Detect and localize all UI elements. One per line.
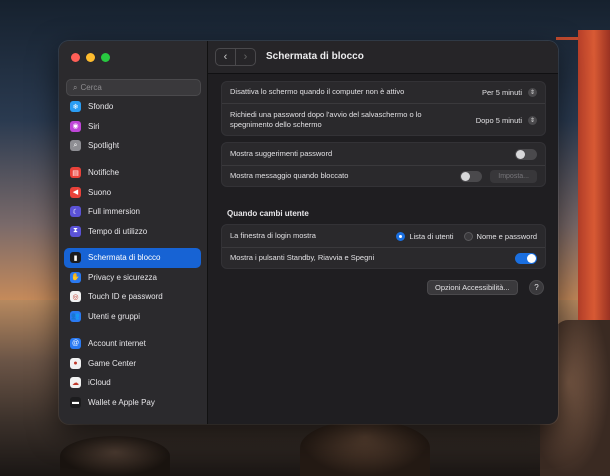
lock-screen-icon: ▮ (70, 252, 81, 264)
set-message-button[interactable]: Imposta... (490, 170, 537, 183)
sidebar-item-label: Game Center (88, 358, 137, 368)
power-buttons-row: Mostra i pulsanti Standby, Riavvia e Spe… (222, 247, 545, 269)
password-label: Richiedi una password dopo l'avvio del s… (230, 109, 422, 129)
wallet-icon: ▬ (70, 396, 81, 408)
sidebar-item[interactable]: ▤ Notifiche (64, 163, 201, 183)
chevron-right-icon: › (243, 51, 248, 63)
power-buttons-label: Mostra i pulsanti Standby, Riavvia e Spe… (230, 253, 375, 263)
snowflake-icon: ❄ (70, 101, 81, 113)
sidebar-item-label: Notifiche (88, 168, 120, 178)
lock-options-group: Mostra suggerimenti password Mostra mess… (221, 142, 546, 187)
hints-toggle[interactable] (515, 148, 537, 160)
search-icon: ⌕ (73, 82, 78, 92)
sidebar-item[interactable]: ◀ Suono (64, 183, 201, 203)
power-buttons-toggle[interactable] (515, 253, 537, 264)
sidebar-item[interactable]: 👥 Utenti e gruppi (64, 307, 201, 327)
login-window-label: La finestra di login mostra (230, 230, 316, 240)
sidebar-item[interactable]: ❄ Sfondo (64, 97, 201, 117)
chevron-updown-icon: ⇕ (528, 115, 537, 125)
magnifier-icon: ⌕ (70, 140, 81, 152)
sidebar: ⌕ ❄ Sfondo ◉ Siri ⌕ Spotlight ▤ Notifiche ◀ Suono… (59, 41, 208, 424)
game-center-icon: ● (70, 357, 81, 369)
back-button[interactable]: ‹ (216, 49, 235, 65)
sidebar-item-label: Tempo di utilizzo (88, 226, 148, 236)
close-button[interactable] (71, 53, 80, 62)
wallpaper-rocks (60, 436, 170, 476)
sidebar-item-label: Siri (88, 121, 100, 131)
radio-selected-indicator (396, 231, 406, 241)
cloud-icon: ☁ (70, 377, 81, 389)
sidebar-item-label: Spotlight (88, 141, 120, 151)
page-title: Schermata di blocco (266, 51, 364, 62)
password-popup[interactable]: Dopo 5 minuti ⇕ (475, 115, 537, 125)
forward-button[interactable]: › (235, 49, 255, 65)
hand-icon: ✋ (70, 271, 81, 283)
moon-icon: ☾ (70, 206, 81, 218)
bell-icon: ▤ (70, 167, 81, 179)
at-icon: @ (70, 338, 81, 350)
sidebar-item-label: Schermata di blocco (88, 253, 161, 263)
radio-user-list-label: Lista di utenti (409, 231, 454, 241)
help-button[interactable]: ? (529, 280, 544, 295)
settings-window: ⌕ ❄ Sfondo ◉ Siri ⌕ Spotlight ▤ Notifiche ◀ Suono… (59, 41, 558, 424)
sidebar-item[interactable]: @ Account internet (64, 334, 201, 354)
speaker-icon: ◀ (70, 186, 81, 198)
screen-off-value: Per 5 minuti (481, 88, 522, 97)
password-value: Dopo 5 minuti (475, 115, 522, 125)
screen-off-label: Disattiva lo schermo quando il computer … (230, 87, 405, 97)
sidebar-item[interactable]: ◉ Siri (64, 117, 201, 137)
search-field[interactable]: ⌕ (66, 79, 201, 96)
sidebar-item[interactable]: ☁ iCloud (64, 373, 201, 393)
search-input[interactable] (80, 83, 181, 92)
users-icon: 👥 (70, 310, 81, 322)
user-switch-group: La finestra di login mostra Lista di ute… (221, 224, 546, 269)
chevron-updown-icon: ⇕ (528, 88, 537, 97)
sidebar-item-label: Suono (88, 187, 112, 197)
sidebar-item[interactable]: ▮ Schermata di blocco (64, 248, 201, 268)
screen-off-row: Disattiva lo schermo quando il computer … (222, 82, 545, 103)
fingerprint-icon: ◎ (70, 291, 81, 303)
hourglass-icon: ⧗ (70, 225, 81, 237)
sidebar-item[interactable]: ⌕ Spotlight (64, 136, 201, 156)
login-window-row: La finestra di login mostra Lista di ute… (222, 225, 545, 247)
titlebar: ‹ › Schermata di blocco (208, 41, 558, 74)
chevron-left-icon: ‹ (223, 51, 228, 63)
message-toggle[interactable] (460, 171, 483, 182)
sidebar-item-label: Wallet e Apple Pay (88, 397, 155, 407)
sidebar-item[interactable]: ◎ Touch ID e password (64, 287, 201, 307)
radio-name-password-label: Nome e password (476, 231, 537, 241)
message-row: Mostra messaggio quando bloccato Imposta… (222, 165, 545, 187)
sidebar-item-label: Touch ID e password (88, 292, 163, 302)
sidebar-item-label: Full immersion (88, 207, 141, 217)
radio-user-list[interactable]: Lista di utenti (396, 231, 454, 241)
main-pane: ‹ › Schermata di blocco Disattiva lo sch… (208, 41, 558, 424)
sidebar-item[interactable]: ☾ Full immersion (64, 202, 201, 222)
nav-buttons: ‹ › (215, 48, 256, 66)
display-group: Disattiva lo schermo quando il computer … (221, 81, 546, 136)
zoom-button[interactable] (101, 53, 110, 62)
wallpaper-bridge-tower (578, 30, 610, 320)
sidebar-item-label: iCloud (88, 378, 111, 388)
accessibility-options-button[interactable]: Opzioni Accessibilità... (427, 280, 518, 295)
siri-icon: ◉ (70, 120, 81, 132)
message-label: Mostra messaggio quando bloccato (230, 171, 349, 181)
sidebar-item[interactable]: ● Game Center (64, 354, 201, 374)
sidebar-item-label: Privacy e sicurezza (88, 272, 157, 282)
window-controls (71, 53, 110, 62)
password-row: Richiedi una password dopo l'avvio del s… (222, 103, 545, 136)
sidebar-item[interactable]: ✋ Privacy e sicurezza (64, 268, 201, 288)
screen-off-popup[interactable]: Per 5 minuti ⇕ (482, 88, 537, 97)
hints-row: Mostra suggerimenti password (222, 143, 545, 165)
minimize-button[interactable] (86, 53, 95, 62)
hints-label: Mostra suggerimenti password (230, 148, 333, 158)
sidebar-item-label: Utenti e gruppi (88, 311, 141, 321)
sidebar-item[interactable]: ⧗ Tempo di utilizzo (64, 222, 201, 242)
sidebar-item-label: Account internet (88, 339, 146, 349)
section-title: Quando cambi utente (227, 209, 309, 218)
wallpaper-rocks (300, 420, 430, 476)
radio-indicator (463, 231, 473, 241)
sidebar-item[interactable]: ▬ Wallet e Apple Pay (64, 393, 201, 413)
radio-name-password[interactable]: Nome e password (463, 231, 537, 241)
sidebar-item-label: Sfondo (88, 102, 114, 112)
